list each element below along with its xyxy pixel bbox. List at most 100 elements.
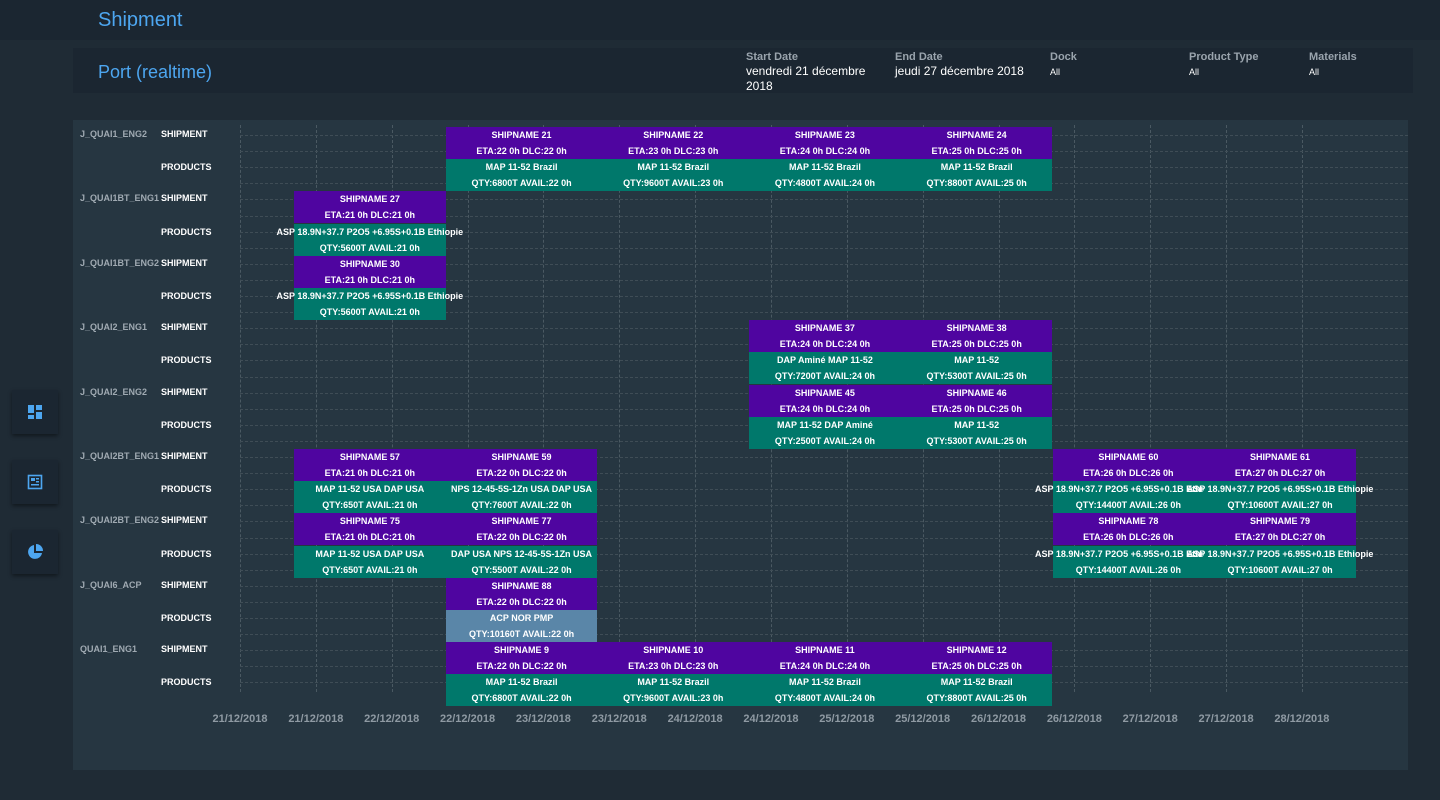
product-name: MAP 11-52	[954, 419, 1000, 430]
shipment-eta: ETA:24 0h DLC:24 0h	[779, 403, 871, 414]
product-qty: QTY:6800T AVAIL:22 0h	[471, 693, 572, 704]
dock-select[interactable]: All	[1050, 65, 1170, 80]
row-label-products: PRODUCTS	[161, 162, 212, 173]
shipment-name: SHIPNAME 11	[795, 645, 855, 656]
shipment-eta: ETA:21 0h DLC:21 0h	[324, 532, 416, 543]
shipment-name: SHIPNAME 22	[643, 130, 704, 140]
x-axis-tick: 28/12/2018	[1274, 713, 1330, 725]
materials-label: Materials	[1309, 51, 1357, 63]
pie-chart-button[interactable]	[12, 530, 58, 574]
report-button[interactable]	[12, 460, 58, 504]
product-name: ASP 18.9N+37.7 P2O5 +6.95S+0.1B Ethiopie	[276, 226, 464, 237]
shipment-name: SHIPNAME 21	[491, 130, 552, 140]
end-date-value[interactable]: jeudi 27 décembre 2018	[895, 64, 1040, 79]
end-date-label: End Date	[895, 51, 943, 63]
product-name: MAP 11-52	[954, 355, 1000, 366]
timeline-chart: 21/12/2018 21/12/2018 22/12/2018 22/12/2018…	[73, 120, 1408, 770]
shipment-eta: ETA:25 0h DLC:25 0h	[931, 339, 1022, 350]
product-qty: QTY:5500T AVAIL:22 0h	[471, 564, 572, 575]
grid-line-horizontal	[240, 601, 1408, 603]
shipment-eta: ETA:26 0h DLC:26 0h	[1083, 468, 1174, 478]
row-label-shipment: SHIPMENT	[161, 129, 208, 139]
product-qty: QTY:4800T AVAIL:24 0h	[774, 178, 876, 189]
product-name: MAP 11-52 DAP Aminé	[777, 419, 873, 430]
dock-filter[interactable]: Dock All	[1050, 51, 1170, 80]
shipment-eta: ETA:27 0h DLC:27 0h	[1234, 532, 1326, 543]
report-icon	[27, 474, 43, 490]
row-label-products: PRODUCTS	[161, 291, 212, 301]
product-name: DAP USA NPS 12-45-5S-1Zn USA	[451, 548, 593, 559]
product-name: MAP 11-52 Brazil	[637, 677, 710, 688]
product-qty: QTY:14400T AVAIL:26 0h	[1075, 500, 1181, 511]
start-date-filter[interactable]: Start Date vendredi 21 décembre 2018	[746, 51, 881, 94]
dock-label: J_QUAI1BT_ENG1	[80, 193, 160, 204]
x-axis-tick: 22/12/2018	[440, 713, 496, 725]
shipment-name: SHIPNAME 59	[491, 452, 552, 462]
x-axis-tick: 21/12/2018	[212, 713, 268, 725]
dashboard-button[interactable]	[12, 390, 58, 434]
materials-select[interactable]: All	[1309, 65, 1409, 80]
shipment-eta: ETA:24 0h DLC:24 0h	[779, 661, 871, 672]
product-name: ASP 18.9N+37.7 P2O5 +6.95S+0.1B Ethiopie	[1186, 548, 1374, 559]
x-axis-tick: 21/12/2018	[288, 713, 344, 725]
product-qty: QTY:650T AVAIL:21 0h	[322, 500, 418, 511]
shipment-name: SHIPNAME 10	[643, 645, 704, 656]
dock-label: J_QUAI2_ENG2	[80, 386, 148, 397]
shipment-eta: ETA:21 0h DLC:21 0h	[324, 468, 416, 478]
shipment-name: SHIPNAME 30	[339, 258, 400, 269]
shipment-eta: ETA:22 0h DLC:22 0h	[476, 596, 567, 607]
app-title: Shipment	[98, 9, 183, 31]
dashboard-icon	[28, 405, 42, 419]
shipment-eta: ETA:25 0h DLC:25 0h	[931, 403, 1022, 414]
row-label-products: PRODUCTS	[161, 355, 212, 366]
dock-label: J_QUAI2_ENG1	[80, 322, 148, 333]
product-qty: QTY:5600T AVAIL:21 0h	[319, 307, 420, 317]
shipment-eta: ETA:23 0h DLC:23 0h	[628, 146, 719, 156]
product-qty: QTY:10600T AVAIL:27 0h	[1227, 564, 1333, 575]
start-date-value[interactable]: vendredi 21 décembre 2018	[746, 64, 881, 94]
shipment-name: SHIPNAME 88	[491, 580, 552, 591]
product-name: MAP 11-52 Brazil	[637, 162, 710, 173]
x-axis-tick: 26/12/2018	[1046, 713, 1102, 725]
x-axis-tick: 27/12/2018	[1198, 713, 1254, 725]
shipment-name: SHIPNAME 38	[946, 323, 1007, 334]
product-name: MAP 11-52 Brazil	[789, 677, 861, 688]
product-qty: QTY:7200T AVAIL:24 0h	[774, 371, 876, 382]
product-name: NPS 12-45-5S-1Zn USA DAP USA	[451, 484, 593, 495]
product-type-filter[interactable]: Product Type All	[1189, 51, 1299, 80]
product-name: MAP 11-52 Brazil	[940, 677, 1013, 688]
product-qty: QTY:8800T AVAIL:25 0h	[926, 693, 1027, 704]
product-name: MAP 11-52 Brazil	[485, 677, 558, 688]
product-qty: QTY:9600T AVAIL:23 0h	[623, 693, 724, 704]
x-axis-tick: 24/12/2018	[667, 713, 723, 725]
shipment-name: SHIPNAME 12	[946, 645, 1007, 656]
shipment-eta: ETA:22 0h DLC:22 0h	[476, 532, 567, 543]
row-label-shipment: SHIPMENT	[161, 322, 208, 333]
product-qty: QTY:2500T AVAIL:24 0h	[774, 435, 876, 446]
end-date-filter[interactable]: End Date jeudi 27 décembre 2018	[895, 51, 1040, 79]
x-axis-tick: 22/12/2018	[364, 713, 420, 725]
grid-line-horizontal	[240, 585, 1408, 587]
product-type-label: Product Type	[1189, 51, 1259, 63]
product-qty: QTY:5300T AVAIL:25 0h	[926, 371, 1027, 382]
top-bar: Shipment	[0, 0, 1440, 40]
shipment-eta: ETA:26 0h DLC:26 0h	[1083, 532, 1174, 543]
product-type-select[interactable]: All	[1189, 65, 1299, 80]
pie-chart-icon	[28, 544, 43, 559]
timeline-panel: 21/12/2018 21/12/2018 22/12/2018 22/12/2018…	[73, 120, 1408, 770]
row-label-products: PRODUCTS	[161, 226, 212, 237]
x-axis-tick: 25/12/2018	[819, 713, 875, 725]
dock-label: J_QUAI1BT_ENG2	[80, 257, 160, 268]
materials-filter[interactable]: Materials All	[1309, 51, 1409, 80]
product-qty: QTY:14400T AVAIL:26 0h	[1075, 564, 1181, 575]
shipment-eta: ETA:25 0h DLC:25 0h	[931, 661, 1022, 672]
product-name: ACP NOR PMP	[489, 613, 554, 623]
shipment-eta: ETA:22 0h DLC:22 0h	[476, 661, 567, 672]
shipment-eta: ETA:24 0h DLC:24 0h	[779, 146, 871, 156]
row-label-shipment: SHIPMENT	[161, 257, 208, 268]
product-name: MAP 11-52 Brazil	[485, 162, 558, 173]
row-label-shipment: SHIPMENT	[161, 386, 208, 397]
shipment-eta: ETA:21 0h DLC:21 0h	[324, 210, 416, 221]
shipment-name: SHIPNAME 77	[491, 516, 552, 527]
product-name: ASP 18.9N+37.7 P2O5 +6.95S+0.1B Ethiopie	[1186, 484, 1374, 495]
